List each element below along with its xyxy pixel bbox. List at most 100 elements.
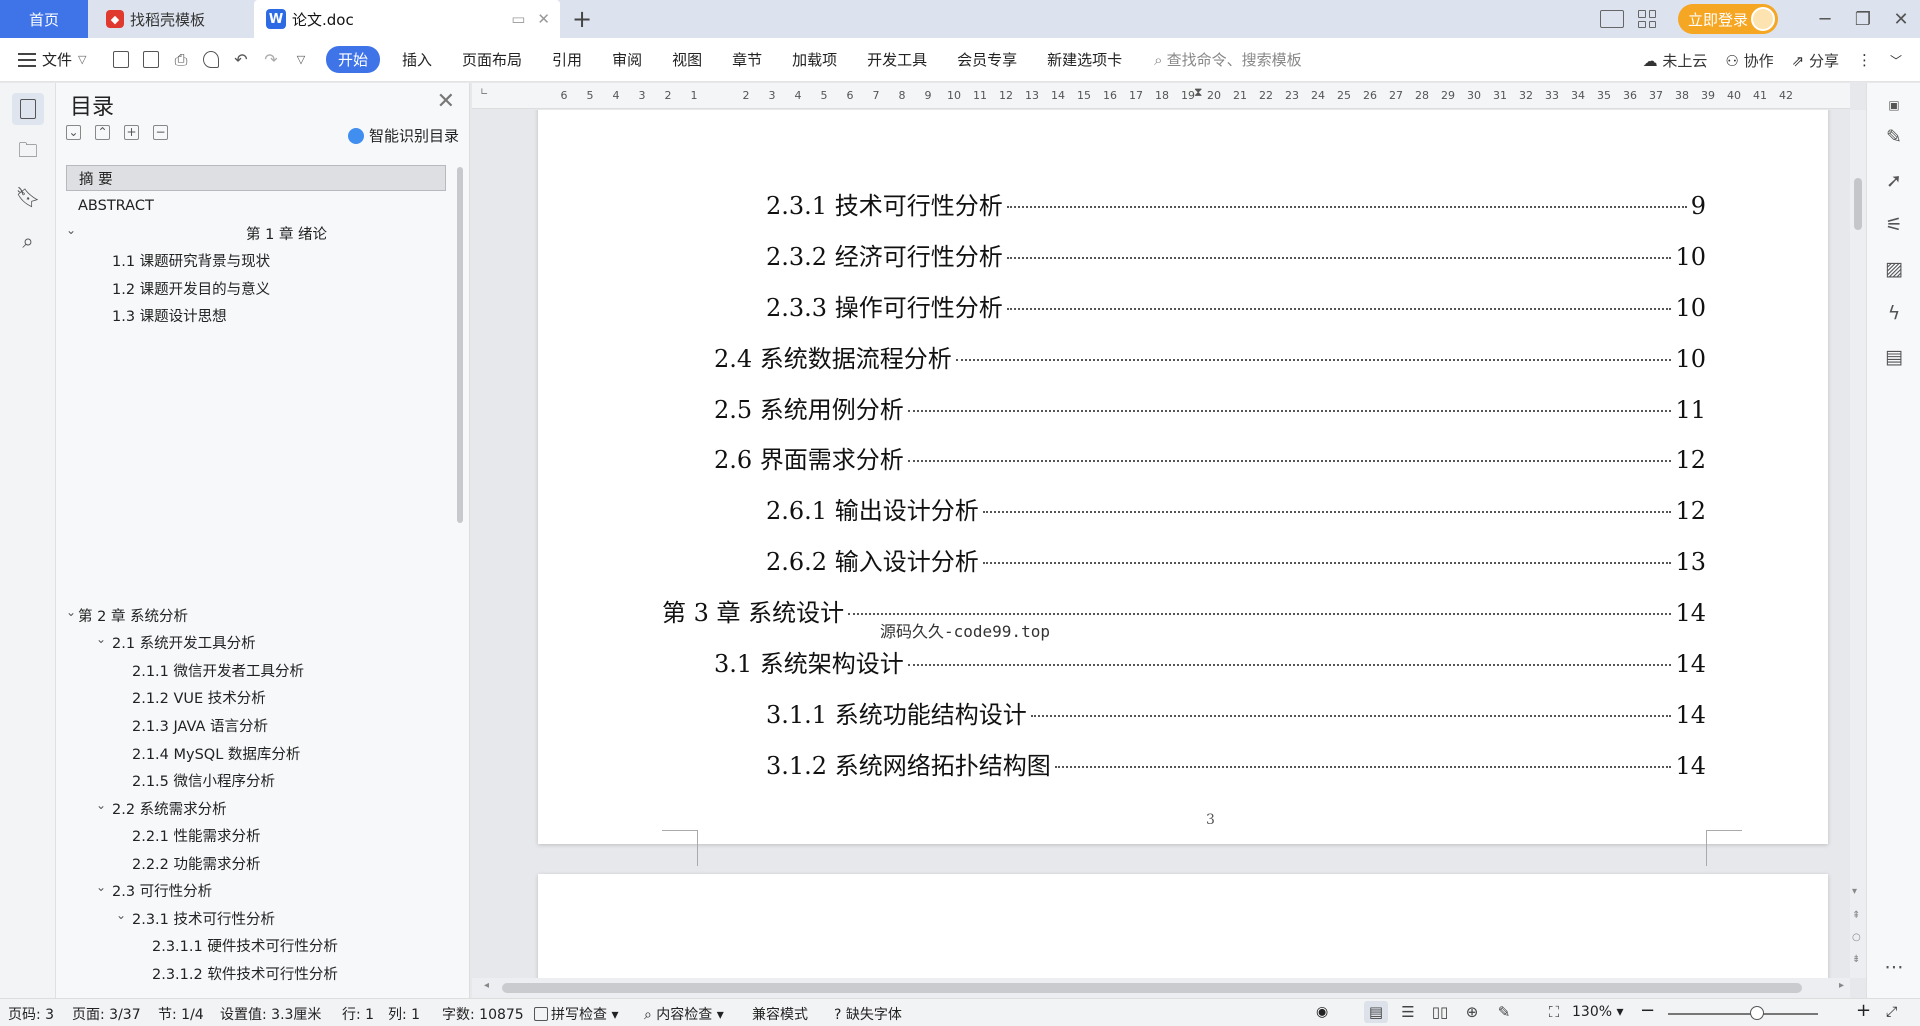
toc-item[interactable]: ⌄ 第 1 章 绪论 [66,220,446,246]
print-preview-icon[interactable] [200,50,222,70]
menu-references[interactable]: 引用 [552,49,582,70]
toc-item[interactable]: 2.2.1 性能需求分析 [66,822,446,848]
reading-view-icon[interactable]: ▯▯ [1428,1001,1452,1023]
horizontal-ruler[interactable]: ∟ ⧗ 6 5 4 3 2 1 2 3 4 5 6 7 8 9 10 11 12 13 14 15 16 17 18 19 20… [472,83,1850,109]
toc-item[interactable]: 2.1.1 微信开发者工具分析 [66,657,446,683]
status-col[interactable]: 列: 1 [388,1004,420,1024]
doc-toc-entry[interactable]: 3.1.2 系统网络拓扑结构图 14 [766,746,1706,781]
outline-view-icon[interactable]: ☰ [1396,1001,1420,1023]
tab-document[interactable]: W 论文.doc ▭ ✕ [254,0,560,38]
status-section[interactable]: 节: 1/4 [158,1004,204,1024]
scroll-thumb[interactable] [502,983,1802,993]
horizontal-scrollbar[interactable]: ◂ ▸ [472,978,1850,998]
toc-item[interactable]: 2.1.2 VUE 技术分析 [66,684,446,710]
collaborate-button[interactable]: ⚇ 协作 [1725,50,1773,71]
select-browse-icon[interactable]: ○ [1852,932,1861,943]
tab-daoke-templates[interactable]: ◆ 找稻壳模板 [96,0,248,38]
tab-home[interactable]: 首页 [0,0,88,38]
collapse-all-icon[interactable]: ⌃ [95,125,110,140]
doc-toc-entry[interactable]: 2.6 界面需求分析 12 [714,440,1706,475]
doc-toc-entry[interactable]: 3.1 系统架构设计 14 [714,644,1706,679]
document-page-next[interactable] [538,874,1828,978]
print-icon[interactable]: ⎙ [170,50,192,70]
menu-new-tab[interactable]: 新建选项卡 [1047,49,1122,70]
doc-toc-entry[interactable]: 第 3 章 系统设计 14 [662,593,1706,628]
scroll-right-icon[interactable]: ▸ [1839,980,1844,991]
chevron-down-icon[interactable]: ⌄ [66,605,76,619]
fullscreen-icon[interactable]: ⤢ [1886,1004,1897,1020]
document-area[interactable]: 源码久久-code99.top 3 2.3.1 技术可行性分析 9 2.3.2 经济… [472,110,1850,978]
toc-item[interactable]: 1.2 课题开发目的与意义 [66,275,446,301]
menu-addins[interactable]: 加载项 [792,49,837,70]
minimize-icon[interactable]: ─ [1806,0,1844,38]
close-tab-icon[interactable]: ✕ [537,10,550,28]
status-page[interactable]: 页面: 3/37 [72,1004,141,1024]
content-check-button[interactable]: ⌕ 内容检查 ▾ [644,1004,724,1024]
vertical-scrollbar[interactable]: ▾ ⇞ ○ ⇟ [1850,110,1866,978]
pen-edit-icon[interactable]: ✎ [1882,125,1906,149]
menu-section[interactable]: 章节 [732,49,762,70]
smart-toc-button[interactable]: 智能识别目录 [347,125,459,146]
toc-item[interactable]: 1.1 课题研究背景与现状 [66,247,446,273]
document-page[interactable]: 源码久久-code99.top 3 2.3.1 技术可行性分析 9 2.3.2 经济… [538,110,1828,866]
page-view-icon[interactable]: ▤ [1364,1001,1388,1023]
prev-page-icon[interactable]: ⇞ [1852,910,1860,921]
doc-toc-entry[interactable]: 2.3.2 经济可行性分析 10 [766,237,1706,272]
scroll-thumb[interactable] [1854,178,1862,230]
add-level-icon[interactable]: + [124,125,139,140]
close-window-icon[interactable]: ✕ [1882,0,1920,38]
indent-marker-icon[interactable]: ⧗ [1194,85,1202,100]
fit-page-icon[interactable]: ⛶ [1542,1001,1566,1023]
menu-insert[interactable]: 插入 [402,49,432,70]
doc-toc-entry[interactable]: 2.6.1 输出设计分析 12 [766,491,1706,526]
chevron-down-icon[interactable]: ⌄ [96,632,106,646]
toc-item[interactable]: 2.3.1.2 软件技术可行性分析 [66,960,446,986]
chapter-nav-icon[interactable]: 🗀 [12,137,44,169]
command-search[interactable]: ⌕ 查找命令、搜索模板 [1154,49,1301,70]
menu-view[interactable]: 视图 [672,49,702,70]
restore-icon[interactable]: ❐ [1844,0,1882,38]
panel-toggle-icon[interactable]: ▣ [1882,93,1906,117]
write-mode-icon[interactable]: ✎ [1492,1001,1516,1023]
window-layout-icon[interactable] [1600,10,1624,28]
lightning-icon[interactable]: ϟ [1882,301,1906,325]
menu-page-layout[interactable]: 页面布局 [462,49,522,70]
scroll-down-icon[interactable]: ▾ [1852,886,1857,897]
menu-developer[interactable]: 开发工具 [867,49,927,70]
toc-item[interactable]: 2.3.1.1 硬件技术可行性分析 [66,932,446,958]
collapse-ribbon-icon[interactable]: ﹀ [1890,52,1902,69]
scroll-left-icon[interactable]: ◂ [484,980,489,991]
toc-item[interactable]: 2.1.5 微信小程序分析 [66,767,446,793]
close-icon[interactable]: ✕ [437,89,455,114]
select-cursor-icon[interactable]: ➚ [1882,169,1906,193]
status-page-code[interactable]: 页码: 3 [8,1004,54,1024]
login-button[interactable]: 立即登录 [1678,4,1778,34]
spell-check-button[interactable]: 拼写检查 ▾ [534,1004,618,1024]
next-page-icon[interactable]: ⇟ [1852,954,1860,965]
toc-item[interactable]: 2.1.3 JAVA 语言分析 [66,712,446,738]
toc-item[interactable]: 2.2.2 功能需求分析 [66,850,446,876]
chevron-down-icon[interactable]: ⌄ [66,223,76,237]
zoom-slider-handle[interactable] [1750,1006,1764,1020]
toc-item[interactable]: ⌄ 2.2 系统需求分析 [66,795,446,821]
menu-review[interactable]: 审阅 [612,49,642,70]
zoom-level[interactable]: 130% ▾ [1572,1004,1624,1020]
new-tab-button[interactable]: + [572,5,592,33]
more-options-icon[interactable]: ⋯ [1882,955,1906,979]
eye-protection-icon[interactable]: ◉ [1316,1004,1328,1020]
toc-item[interactable]: ABSTRACT [66,193,446,219]
doc-toc-entry[interactable]: 2.3.3 操作可行性分析 10 [766,288,1706,323]
doc-toc-entry[interactable]: 2.3.1 技术可行性分析 9 [766,186,1706,221]
more-icon[interactable]: ⋮ [1857,51,1872,69]
pin-window-icon[interactable]: ▭ [511,10,525,28]
status-setting[interactable]: 设置值: 3.3厘米 [220,1004,321,1024]
toc-panel-icon[interactable] [12,93,44,125]
menu-start[interactable]: 开始 [326,46,381,73]
settings-sliders-icon[interactable]: ⚟ [1882,213,1906,237]
toc-item[interactable]: ⌄ 第 2 章 系统分析 [66,602,446,628]
toc-item[interactable]: ⌄ 2.1 系统开发工具分析 [66,629,446,655]
missing-font-button[interactable]: ? 缺失字体 [834,1004,902,1024]
chevron-down-icon[interactable]: ⌄ [96,798,106,812]
web-view-icon[interactable]: ⊕ [1460,1001,1484,1023]
app-grid-icon[interactable] [1638,10,1656,28]
